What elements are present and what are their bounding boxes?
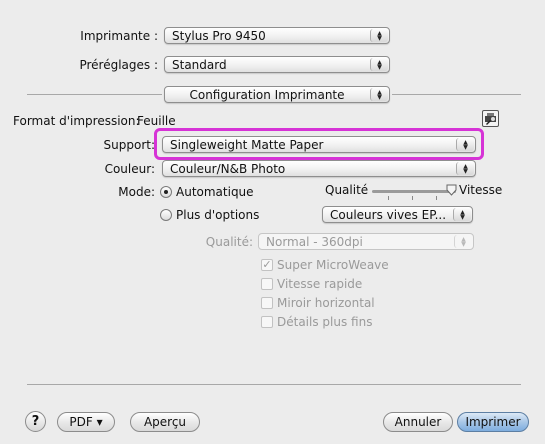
pdf-button[interactable]: PDF ▾ bbox=[57, 412, 115, 432]
option-label: Miroir horizontal bbox=[277, 296, 375, 310]
finer-detail-checkbox bbox=[261, 316, 273, 328]
bottom-separator bbox=[27, 384, 521, 385]
separator-right bbox=[392, 94, 521, 95]
popup-arrows-icon: ▲ ▼ bbox=[370, 88, 388, 101]
color-popup[interactable]: Couleur/N&B Photo ▲ ▼ bbox=[162, 160, 476, 177]
color-mode-popup[interactable]: Couleurs vives EP... ▲ ▼ bbox=[322, 206, 473, 223]
help-button[interactable]: ? bbox=[25, 411, 46, 432]
panel-popup[interactable]: Configuration Imprimante ▲ ▼ bbox=[164, 86, 390, 103]
format-value: Feuille bbox=[137, 114, 176, 128]
slider-tick bbox=[436, 196, 437, 200]
option-label: Vitesse rapide bbox=[277, 277, 363, 291]
fast-speed-checkbox bbox=[261, 278, 273, 290]
slider-tick bbox=[412, 196, 413, 200]
support-highlight bbox=[154, 128, 484, 160]
printer-label: Imprimante : bbox=[80, 29, 158, 43]
presets-value: Standard bbox=[172, 58, 227, 72]
color-value: Couleur/N&B Photo bbox=[170, 162, 286, 176]
panel-value: Configuration Imprimante bbox=[189, 88, 345, 102]
quality-disabled-value: Normal - 360dpi bbox=[266, 235, 363, 249]
quality-disabled-popup: Normal - 360dpi ▲ ▼ bbox=[258, 233, 474, 250]
slider-tick bbox=[388, 196, 389, 200]
printer-popup[interactable]: Stylus Pro 9450 ▲ ▼ bbox=[164, 27, 390, 44]
format-label: Format d'impression: bbox=[13, 114, 140, 128]
mode-label: Mode: bbox=[118, 185, 155, 199]
color-mode-value: Couleurs vives EP... bbox=[330, 208, 447, 222]
slider-thumb[interactable] bbox=[446, 184, 457, 196]
support-label: Support: bbox=[103, 138, 155, 152]
quality-speed-slider[interactable] bbox=[372, 190, 456, 193]
print-button[interactable]: Imprimer bbox=[457, 412, 529, 432]
presets-label: Préréglages : bbox=[79, 58, 158, 72]
printer-utility-icon[interactable] bbox=[482, 110, 499, 127]
mode-more-options-radio[interactable] bbox=[160, 209, 172, 221]
mirror-horizontal-checkbox bbox=[261, 297, 273, 309]
presets-popup[interactable]: Standard ▲ ▼ bbox=[164, 56, 390, 73]
mode-automatic-radio[interactable] bbox=[160, 186, 172, 198]
popup-arrows-icon: ▲ ▼ bbox=[370, 29, 388, 42]
color-label: Couleur: bbox=[104, 162, 155, 176]
preview-button[interactable]: Aperçu bbox=[130, 412, 200, 432]
super-microweave-checkbox: ✓ bbox=[261, 258, 273, 271]
option-label: Détails plus fins bbox=[277, 315, 373, 329]
slider-left-label: Qualité bbox=[325, 183, 369, 197]
mode-automatic-label[interactable]: Automatique bbox=[176, 185, 254, 199]
popup-arrows-icon: ▲ ▼ bbox=[370, 58, 388, 71]
slider-right-label: Vitesse bbox=[459, 183, 503, 197]
quality-disabled-label: Qualité: bbox=[205, 235, 253, 249]
printer-value: Stylus Pro 9450 bbox=[172, 29, 266, 43]
popup-arrows-icon: ▲ ▼ bbox=[456, 162, 474, 175]
option-label: Super MicroWeave bbox=[277, 258, 389, 272]
popup-arrows-icon: ▲ ▼ bbox=[454, 235, 472, 248]
cancel-button[interactable]: Annuler bbox=[383, 412, 453, 432]
mode-more-options-label[interactable]: Plus d'options bbox=[176, 208, 259, 222]
separator-left bbox=[27, 94, 162, 95]
popup-arrows-icon: ▲ ▼ bbox=[453, 208, 471, 221]
